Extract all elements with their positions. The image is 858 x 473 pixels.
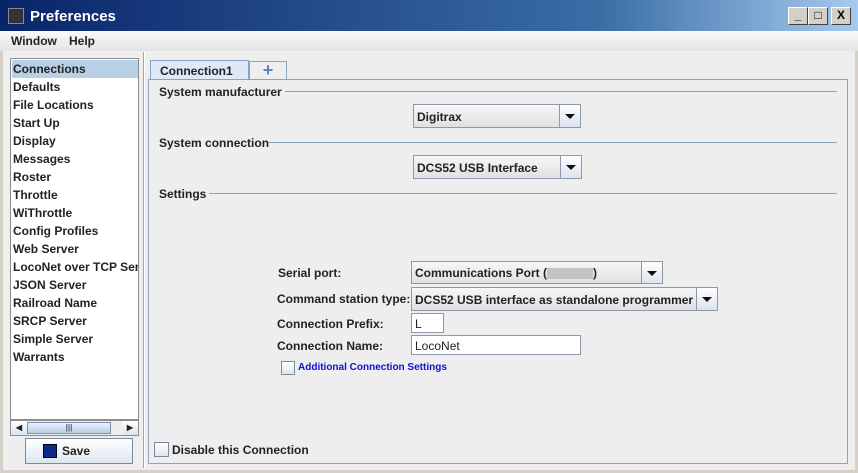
menu-window[interactable]: Window (11, 34, 57, 48)
menu-bar: Window Help (0, 31, 858, 51)
menu-help[interactable]: Help (69, 34, 95, 48)
section-system-connection: System connection (159, 136, 270, 150)
serial-port-suffix: ) (593, 266, 598, 280)
close-button[interactable]: X (831, 7, 851, 25)
sidebar-item-throttle[interactable]: Throttle (12, 186, 138, 204)
chevron-down-icon (641, 262, 662, 283)
scroll-left-icon[interactable]: ◀ (11, 421, 27, 435)
minimize-button[interactable]: _ (788, 7, 808, 25)
sidebar-item-simple-server[interactable]: Simple Server (12, 330, 138, 348)
sidebar-item-messages[interactable]: Messages (12, 150, 138, 168)
divider (285, 91, 837, 92)
sidebar-item-connections[interactable]: Connections (12, 60, 138, 78)
disable-connection-label[interactable]: Disable this Connection (172, 443, 309, 457)
sidebar-item-defaults[interactable]: Defaults (12, 78, 138, 96)
sidebar-item-railroad-name[interactable]: Railroad Name (12, 294, 138, 312)
sidebar-item-roster[interactable]: Roster (12, 168, 138, 186)
connection-select[interactable]: DCS52 USB Interface (413, 155, 582, 179)
section-settings: Settings (159, 187, 207, 201)
scroll-thumb[interactable]: ||| (27, 422, 111, 434)
chevron-down-icon (559, 105, 580, 127)
tab-connection1[interactable]: Connection1 (150, 60, 249, 80)
add-connection-tab[interactable]: + (249, 61, 287, 80)
window-title: Preferences (30, 8, 116, 25)
sidebar-item-config-profiles[interactable]: Config Profiles (12, 222, 138, 240)
floppy-disk-icon (43, 444, 57, 458)
split-pane-divider[interactable] (143, 52, 145, 468)
sidebar-item-loconet-over-tcp-server[interactable]: LocoNet over TCP Server (12, 258, 138, 276)
scroll-right-icon[interactable]: ▶ (122, 421, 138, 435)
section-system-manufacturer: System manufacturer (159, 85, 282, 99)
command-station-type-value: DCS52 USB interface as standalone progra… (415, 293, 694, 307)
command-station-type-label: Command station type: (277, 292, 411, 306)
command-station-type-select[interactable]: DCS52 USB interface as standalone progra… (411, 287, 718, 311)
serial-port-value: Communications Port ( (415, 266, 548, 280)
connection-prefix-label: Connection Prefix: (277, 317, 384, 331)
save-label: Save (62, 444, 91, 458)
serial-port-select[interactable]: Communications Port () (411, 261, 663, 284)
connection-panel: System manufacturer Digitrax System conn… (148, 79, 848, 464)
connection-value: DCS52 USB Interface (417, 161, 538, 175)
manufacturer-value: Digitrax (417, 110, 462, 124)
app-icon (8, 8, 24, 24)
chevron-down-icon (560, 156, 581, 178)
chevron-down-icon (696, 288, 717, 310)
sidebar-item-file-locations[interactable]: File Locations (12, 96, 138, 114)
disable-connection-checkbox[interactable] (154, 442, 169, 457)
additional-settings-label[interactable]: Additional Connection Settings (298, 362, 447, 373)
sidebar-item-display[interactable]: Display (12, 132, 138, 150)
divider (269, 142, 837, 143)
sidebar-item-web-server[interactable]: Web Server (12, 240, 138, 258)
preferences-category-list: Connections Defaults File Locations Start U… (10, 58, 139, 420)
sidebar-item-warrants[interactable]: Warrants (12, 348, 138, 366)
serial-port-label: Serial port: (278, 266, 342, 280)
list-horizontal-scrollbar[interactable]: ◀ ||| ▶ (10, 420, 139, 436)
redacted-port (547, 268, 594, 280)
maximize-button[interactable]: □ (808, 7, 828, 25)
title-bar[interactable]: Preferences (0, 0, 858, 31)
sidebar-item-srcp-server[interactable]: SRCP Server (12, 312, 138, 330)
save-button[interactable]: Save (25, 438, 133, 464)
connection-name-label: Connection Name: (277, 339, 384, 353)
sidebar-item-withrottle[interactable]: WiThrottle (12, 204, 138, 222)
divider (209, 193, 837, 194)
additional-settings-checkbox[interactable] (281, 361, 295, 375)
connection-prefix-input[interactable]: L (411, 313, 444, 333)
sidebar-item-json-server[interactable]: JSON Server (12, 276, 138, 294)
connection-name-input[interactable]: LocoNet (411, 335, 581, 355)
sidebar-item-start-up[interactable]: Start Up (12, 114, 138, 132)
manufacturer-select[interactable]: Digitrax (413, 104, 581, 128)
